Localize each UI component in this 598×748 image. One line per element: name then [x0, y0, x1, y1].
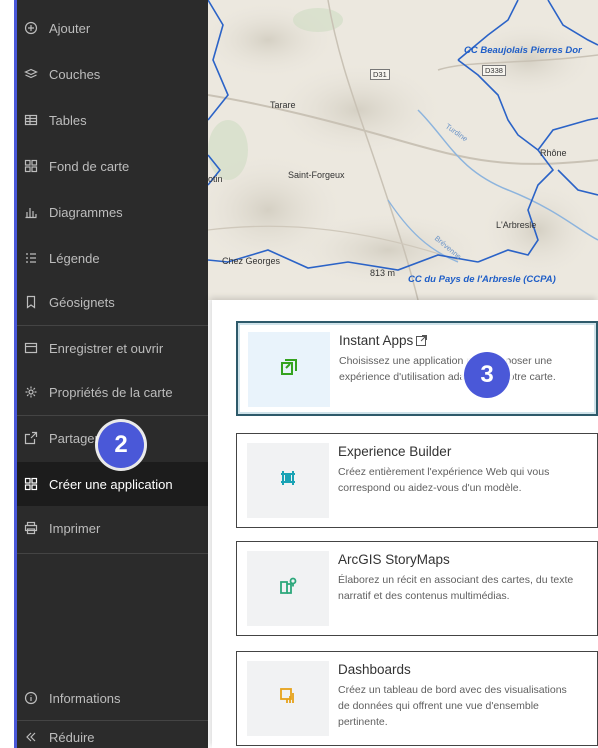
card-description: Créez entièrement l'expérience Web qui v…	[338, 466, 550, 494]
sidebar-item-tables[interactable]: Tables	[17, 98, 208, 142]
create-app-panel: Instant Apps Choisissez une application …	[212, 300, 598, 748]
sidebar: Ajouter Couches Tables Fond de carte Dia…	[17, 0, 208, 748]
map-label-saint-forgeux: Saint-Forgeux	[288, 170, 345, 180]
collapse-icon	[24, 730, 38, 744]
sidebar-item-label: Légende	[49, 250, 100, 266]
legend-icon	[24, 251, 38, 265]
step-badge-2: 2	[98, 422, 144, 468]
sidebar-item-label: Réduire	[49, 729, 95, 745]
app-card-dashboards[interactable]: Dashboards Créez un tableau de bord avec…	[236, 651, 598, 746]
gear-icon	[24, 385, 38, 399]
share-icon	[24, 431, 38, 445]
experience-builder-icon	[279, 469, 297, 492]
sidebar-item-label: Ajouter	[49, 20, 91, 36]
sidebar-item-label: Créer une application	[49, 476, 173, 492]
card-description: Élaborez un récit en associant des carte…	[338, 574, 574, 602]
card-thumbnail	[247, 661, 329, 736]
map-label-chez-georges: Chez Georges	[222, 256, 281, 266]
sidebar-divider	[17, 553, 208, 554]
card-description: Choisissez une application pour proposer…	[339, 355, 556, 383]
sidebar-item-fond-de-carte[interactable]: Fond de carte	[17, 144, 208, 188]
app-card-storymaps[interactable]: ArcGIS StoryMaps Élaborez un récit en as…	[236, 541, 598, 636]
sidebar-item-label: Diagrammes	[49, 204, 123, 220]
bookmark-icon	[24, 295, 38, 309]
sidebar-item-imprimer[interactable]: Imprimer	[17, 506, 208, 550]
sidebar-item-label: Fond de carte	[49, 158, 130, 174]
sidebar-item-creer-une-application[interactable]: Créer une application	[17, 462, 208, 506]
card-thumbnail	[248, 332, 330, 407]
sidebar-item-label: Propriétés de la carte	[49, 384, 173, 400]
card-description: Créez un tableau de bord avec des visual…	[338, 684, 567, 728]
apps-grid-icon	[24, 477, 38, 491]
sidebar-item-diagrammes[interactable]: Diagrammes	[17, 190, 208, 234]
map-label-cc-beaujolais: CC Beaujolais Pierres Dor	[464, 45, 582, 56]
sidebar-item-label: Tables	[49, 112, 87, 128]
map-label-larbresle: L'Arbresle	[496, 220, 537, 230]
sidebar-item-reduire[interactable]: Réduire	[17, 722, 208, 748]
save-icon	[24, 341, 38, 355]
card-thumbnail	[247, 443, 329, 518]
sidebar-item-label: Couches	[49, 66, 101, 82]
app-card-experience-builder[interactable]: Experience Builder Créez entièrement l'e…	[236, 433, 598, 528]
card-title: ArcGIS StoryMaps	[338, 552, 450, 567]
external-link-icon	[416, 334, 428, 346]
plus-circle-icon	[24, 21, 38, 35]
card-title: Instant Apps	[339, 333, 428, 348]
road-badge-d338: D338	[482, 65, 506, 76]
sidebar-item-proprietes-de-la-carte[interactable]: Propriétés de la carte	[17, 370, 208, 414]
map-label-altitude: 813 m	[370, 268, 396, 278]
card-title: Experience Builder	[338, 444, 452, 459]
sidebar-item-enregistrer-et-ouvrir[interactable]: Enregistrer et ouvrir	[17, 326, 208, 370]
map-label-cc-arbresle: CC du Pays de l'Arbresle (CCPA)	[408, 274, 556, 285]
layers-icon	[24, 67, 38, 81]
sidebar-item-label: Informations	[49, 690, 121, 706]
sidebar-item-geosignets[interactable]: Géosignets	[17, 280, 208, 324]
info-icon	[24, 691, 38, 705]
map-view[interactable]: CC Beaujolais Pierres Dor D31 D338 Tarar…	[208, 0, 598, 300]
map-label-otin: otin	[208, 174, 223, 184]
road-badge-d31: D31	[370, 69, 390, 80]
app-card-instant-apps[interactable]: Instant Apps Choisissez une application …	[236, 321, 598, 416]
step-badge-3: 3	[464, 352, 510, 398]
sidebar-divider	[17, 720, 208, 721]
sidebar-item-informations[interactable]: Informations	[17, 676, 208, 720]
card-title: Dashboards	[338, 662, 411, 677]
map-label-rhone: Rhône	[540, 148, 567, 158]
sidebar-item-label: Imprimer	[49, 520, 101, 536]
print-icon	[24, 521, 38, 535]
map-label-tarare: Tarare	[270, 100, 296, 110]
card-thumbnail	[247, 551, 329, 626]
dashboards-icon	[279, 687, 297, 710]
chart-icon	[24, 205, 38, 219]
sidebar-item-legende[interactable]: Légende	[17, 236, 208, 280]
sidebar-item-ajouter[interactable]: Ajouter	[17, 6, 208, 50]
instant-apps-icon	[280, 358, 298, 381]
sidebar-item-couches[interactable]: Couches	[17, 52, 208, 96]
storymaps-icon	[279, 577, 297, 600]
table-icon	[24, 113, 38, 127]
sidebar-item-label: Enregistrer et ouvrir	[49, 340, 164, 356]
sidebar-item-label: Géosignets	[49, 294, 115, 310]
basemap-icon	[24, 159, 38, 173]
